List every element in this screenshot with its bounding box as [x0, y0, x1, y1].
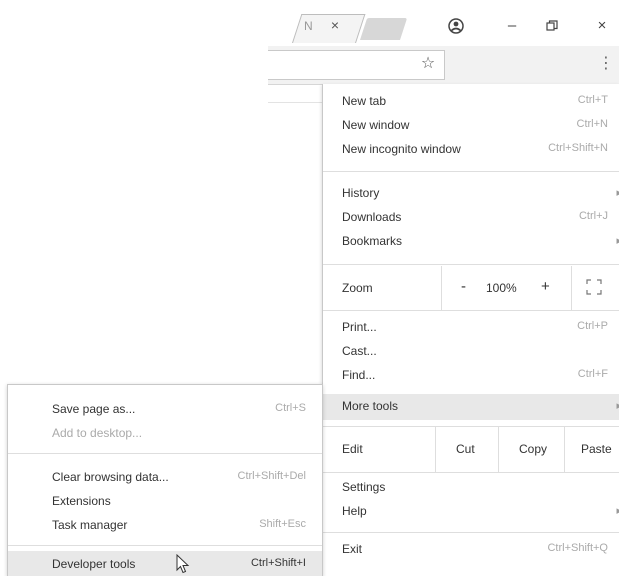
edit-divider	[435, 426, 436, 472]
menu-item-label: Find...	[342, 368, 376, 382]
edit-divider	[564, 426, 565, 472]
zoom-divider	[571, 266, 572, 310]
copy-button[interactable]: Copy	[519, 442, 547, 456]
active-tab-label: N	[304, 19, 313, 33]
zoom-level: 100%	[486, 281, 517, 295]
menu-item-label: History	[342, 186, 380, 200]
tab-close-icon[interactable]: ×	[328, 17, 342, 33]
menu-item-shortcut: Ctrl+Shift+Q	[547, 542, 608, 554]
menu-separator	[323, 472, 619, 473]
edit-row: Edit Cut Copy Paste	[323, 426, 619, 472]
menu-item-label: Cast...	[342, 344, 377, 358]
submenu-item-label: Save page as...	[52, 402, 136, 416]
submenu-item-shortcut: Shift+Esc	[259, 518, 306, 530]
close-window-icon[interactable]: ×	[590, 14, 614, 38]
submenu-item-developer-tools[interactable]: Developer tools Ctrl+Shift+I	[8, 551, 322, 576]
menu-item-cast[interactable]: Cast...	[323, 340, 619, 364]
zoom-row: Zoom - 100% +	[323, 266, 619, 310]
menu-separator	[323, 310, 619, 311]
menu-item-shortcut: Ctrl+J	[578, 210, 608, 222]
submenu-item-extensions[interactable]: Extensions	[8, 489, 322, 513]
submenu-item-label: Developer tools	[52, 557, 136, 571]
cut-button[interactable]: Cut	[456, 442, 475, 456]
menu-separator	[323, 171, 619, 172]
submenu-item-label: Clear browsing data...	[52, 470, 169, 484]
restore-icon[interactable]	[540, 14, 564, 38]
more-tools-submenu: Save page as... Ctrl+S Add to desktop...…	[7, 384, 323, 576]
menu-item-label: Exit	[342, 542, 363, 556]
menu-item-settings[interactable]: Settings	[323, 476, 619, 500]
menu-item-shortcut: Ctrl+N	[576, 118, 608, 130]
submenu-separator	[8, 453, 322, 454]
menu-item-help[interactable]: Help ▸	[323, 500, 619, 524]
menu-item-bookmarks[interactable]: Bookmarks ▸	[323, 230, 619, 254]
submenu-item-shortcut: Ctrl+S	[275, 402, 306, 414]
submenu-item-label: Add to desktop...	[52, 426, 143, 440]
zoom-out-button[interactable]: -	[461, 278, 466, 295]
menu-item-shortcut: Ctrl+F	[577, 368, 608, 380]
zoom-in-button[interactable]: +	[541, 278, 550, 295]
fullscreen-icon[interactable]	[586, 279, 602, 295]
submenu-item-clear-browsing-data[interactable]: Clear browsing data... Ctrl+Shift+Del	[8, 465, 322, 489]
menu-item-label: More tools	[342, 399, 399, 413]
menu-item-find[interactable]: Find... Ctrl+F	[323, 364, 619, 388]
kebab-menu-icon[interactable]: ⋮	[597, 52, 615, 76]
submenu-item-label: Extensions	[52, 494, 111, 508]
edit-divider	[498, 426, 499, 472]
menu-item-downloads[interactable]: Downloads Ctrl+J	[323, 206, 619, 230]
submenu-item-save-page[interactable]: Save page as... Ctrl+S	[8, 397, 322, 421]
submenu-item-add-to-desktop: Add to desktop...	[8, 421, 322, 445]
menu-item-label: Bookmarks	[342, 234, 403, 248]
menu-item-shortcut: Ctrl+P	[577, 320, 608, 332]
submenu-item-shortcut: Ctrl+Shift+Del	[237, 470, 306, 482]
browser-window: N × – × ☆ ⋮ New tab Ctrl+T New window Ct…	[0, 0, 619, 576]
menu-separator	[323, 264, 619, 265]
menu-item-label: Print...	[342, 320, 377, 334]
submenu-separator	[8, 545, 322, 546]
profile-icon[interactable]	[444, 14, 468, 38]
menu-item-more-tools[interactable]: More tools ▸	[323, 394, 619, 420]
minimize-icon[interactable]: –	[500, 14, 524, 38]
menu-item-label: New tab	[342, 94, 387, 108]
menu-item-new-incognito[interactable]: New incognito window Ctrl+Shift+N	[323, 138, 619, 162]
menu-item-label: Downloads	[342, 210, 402, 224]
zoom-divider	[441, 266, 442, 310]
menu-item-exit[interactable]: Exit Ctrl+Shift+Q	[323, 538, 619, 562]
menu-item-new-window[interactable]: New window Ctrl+N	[323, 114, 619, 138]
menu-item-new-tab[interactable]: New tab Ctrl+T	[323, 90, 619, 114]
menu-item-shortcut: Ctrl+T	[577, 94, 608, 106]
menu-item-label: New incognito window	[342, 142, 461, 156]
mouse-cursor-icon	[176, 553, 190, 574]
star-icon[interactable]: ☆	[418, 54, 438, 74]
submenu-item-shortcut: Ctrl+Shift+I	[250, 557, 306, 569]
submenu-item-label: Task manager	[52, 518, 128, 532]
chrome-main-menu: New tab Ctrl+T New window Ctrl+N New inc…	[322, 84, 619, 576]
paste-button[interactable]: Paste	[581, 442, 612, 456]
menu-item-print[interactable]: Print... Ctrl+P	[323, 316, 619, 340]
menu-item-label: Help	[342, 504, 367, 518]
menu-item-label: New window	[342, 118, 410, 132]
menu-separator	[323, 532, 619, 533]
menu-item-history[interactable]: History ▸	[323, 182, 619, 206]
menu-item-shortcut: Ctrl+Shift+N	[548, 142, 608, 154]
page-divider	[268, 102, 324, 103]
submenu-item-task-manager[interactable]: Task manager Shift+Esc	[8, 513, 322, 537]
new-tab-button[interactable]	[360, 18, 408, 40]
menu-item-label: Settings	[342, 480, 386, 494]
edit-label: Edit	[342, 442, 363, 456]
zoom-label: Zoom	[342, 281, 373, 295]
